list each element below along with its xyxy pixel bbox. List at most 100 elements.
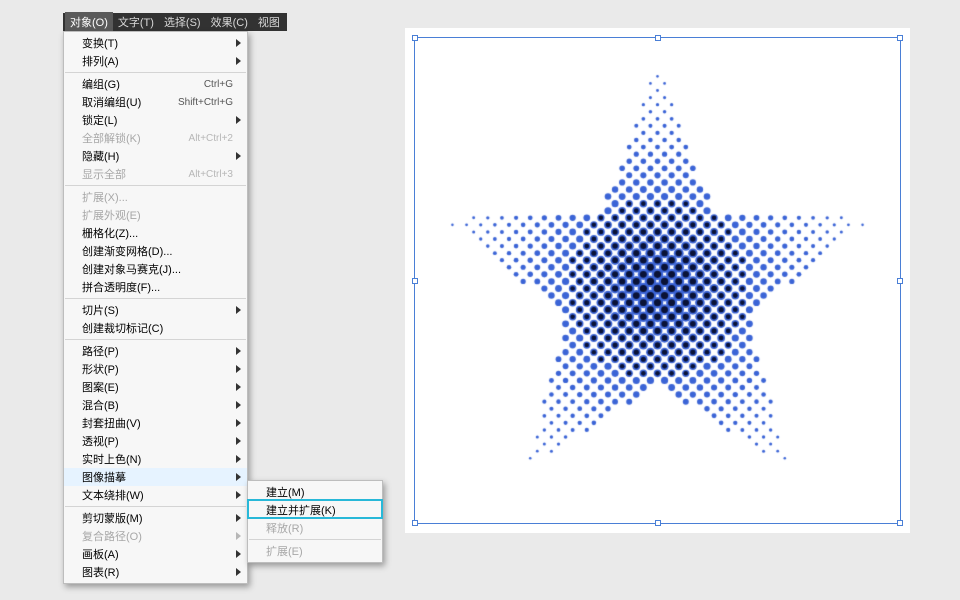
resize-handle-e[interactable] [897, 278, 903, 284]
menu-separator [65, 185, 246, 186]
resize-handle-se[interactable] [897, 520, 903, 526]
menu-item-label: 取消编组(U) [82, 94, 178, 110]
menu-item-label: 文本绕排(W) [82, 487, 233, 503]
menu-bar-item[interactable]: 文字(T) [113, 12, 159, 32]
menu-item-label: 图表(R) [82, 564, 233, 580]
menu-bar-item[interactable]: 效果(C) [206, 12, 253, 32]
submenu-arrow-icon [236, 419, 241, 427]
menu-item: 扩展外观(E) [64, 206, 247, 224]
resize-handle-ne[interactable] [897, 35, 903, 41]
submenu-arrow-icon [236, 57, 241, 65]
menu-item[interactable]: 锁定(L) [64, 111, 247, 129]
menu-item-label: 创建对象马赛克(J)... [82, 261, 233, 277]
menu-item[interactable]: 封套扭曲(V) [64, 414, 247, 432]
menu-item[interactable]: 创建对象马赛克(J)... [64, 260, 247, 278]
submenu-arrow-icon [236, 473, 241, 481]
menu-item[interactable]: 创建裁切标记(C) [64, 319, 247, 337]
menu-item[interactable]: 隐藏(H) [64, 147, 247, 165]
resize-handle-sw[interactable] [412, 520, 418, 526]
menu-item: 显示全部Alt+Ctrl+3 [64, 165, 247, 183]
submenu-arrow-icon [236, 347, 241, 355]
submenu-item-label: 建立(M) [266, 484, 368, 500]
menu-item[interactable]: 混合(B) [64, 396, 247, 414]
menu-item-label: 扩展外观(E) [82, 207, 233, 223]
menu-item[interactable]: 剪切蒙版(M) [64, 509, 247, 527]
submenu-item: 释放(R) [248, 519, 382, 537]
submenu-arrow-icon [236, 532, 241, 540]
menu-item-label: 透视(P) [82, 433, 233, 449]
menu-item-label: 混合(B) [82, 397, 233, 413]
menu-separator [65, 506, 246, 507]
menu-item[interactable]: 取消编组(U)Shift+Ctrl+G [64, 93, 247, 111]
menu-item-label: 拼合透明度(F)... [82, 279, 233, 295]
submenu-arrow-icon [236, 437, 241, 445]
menu-item[interactable]: 栅格化(Z)... [64, 224, 247, 242]
menu-bar-item[interactable]: 选择(S) [159, 12, 206, 32]
submenu-item-label: 建立并扩展(K) [266, 502, 368, 518]
menu-item[interactable]: 图像描摹 [64, 468, 247, 486]
menu-item[interactable]: 实时上色(N) [64, 450, 247, 468]
menu-item[interactable]: 形状(P) [64, 360, 247, 378]
submenu-arrow-icon [236, 514, 241, 522]
menu-item[interactable]: 切片(S) [64, 301, 247, 319]
menu-item-label: 图案(E) [82, 379, 233, 395]
object-menu-dropdown: 变换(T)排列(A)编组(G)Ctrl+G取消编组(U)Shift+Ctrl+G… [63, 31, 248, 584]
menu-bar-item[interactable]: 对象(O) [65, 12, 113, 32]
submenu-item[interactable]: 建立(M) [248, 483, 382, 501]
submenu-item[interactable]: 建立并扩展(K) [248, 501, 382, 519]
menu-item[interactable]: 图案(E) [64, 378, 247, 396]
submenu-arrow-icon [236, 365, 241, 373]
menu-item-label: 创建渐变网格(D)... [82, 243, 233, 259]
menu-item[interactable]: 路径(P) [64, 342, 247, 360]
resize-handle-s[interactable] [655, 520, 661, 526]
menu-item-label: 编组(G) [82, 76, 204, 92]
menu-item-shortcut: Shift+Ctrl+G [178, 97, 233, 108]
resize-handle-n[interactable] [655, 35, 661, 41]
menu-item-shortcut: Alt+Ctrl+2 [189, 133, 233, 144]
submenu-arrow-icon [236, 455, 241, 463]
menu-item-shortcut: Alt+Ctrl+3 [189, 169, 233, 180]
menu-item: 全部解锁(K)Alt+Ctrl+2 [64, 129, 247, 147]
menu-item-label: 排列(A) [82, 53, 233, 69]
selection-bounding-box[interactable] [414, 37, 901, 524]
menu-item-label: 画板(A) [82, 546, 233, 562]
submenu-arrow-icon [236, 383, 241, 391]
menu-item-label: 隐藏(H) [82, 148, 233, 164]
resize-handle-nw[interactable] [412, 35, 418, 41]
menu-item[interactable]: 创建渐变网格(D)... [64, 242, 247, 260]
submenu-arrow-icon [236, 152, 241, 160]
menu-item[interactable]: 拼合透明度(F)... [64, 278, 247, 296]
menu-item-label: 实时上色(N) [82, 451, 233, 467]
menu-item[interactable]: 图表(R) [64, 563, 247, 581]
menu-item-label: 栅格化(Z)... [82, 225, 233, 241]
image-trace-submenu: 建立(M)建立并扩展(K)释放(R)扩展(E) [247, 480, 383, 563]
menu-item[interactable]: 编组(G)Ctrl+G [64, 75, 247, 93]
menu-separator [65, 339, 246, 340]
menu-item-shortcut: Ctrl+G [204, 79, 233, 90]
menu-item-label: 变换(T) [82, 35, 233, 51]
menu-item[interactable]: 透视(P) [64, 432, 247, 450]
menu-item-label: 全部解锁(K) [82, 130, 189, 146]
menu-item: 扩展(X)... [64, 188, 247, 206]
submenu-arrow-icon [236, 401, 241, 409]
submenu-arrow-icon [236, 39, 241, 47]
menu-item[interactable]: 文本绕排(W) [64, 486, 247, 504]
menu-item[interactable]: 排列(A) [64, 52, 247, 70]
submenu-item-label: 释放(R) [266, 520, 368, 536]
menu-item-label: 切片(S) [82, 302, 233, 318]
menu-separator [65, 72, 246, 73]
menu-item: 复合路径(O) [64, 527, 247, 545]
menu-item-label: 图像描摹 [82, 469, 233, 485]
menu-item[interactable]: 变换(T) [64, 34, 247, 52]
menu-bar: 对象(O)文字(T)选择(S)效果(C)视图 [63, 13, 287, 31]
submenu-arrow-icon [236, 491, 241, 499]
menu-item-label: 路径(P) [82, 343, 233, 359]
menu-item-label: 显示全部 [82, 166, 189, 182]
submenu-arrow-icon [236, 550, 241, 558]
resize-handle-w[interactable] [412, 278, 418, 284]
menu-bar-item[interactable]: 视图 [253, 12, 285, 32]
menu-item-label: 封套扭曲(V) [82, 415, 233, 431]
menu-separator [249, 539, 381, 540]
menu-item[interactable]: 画板(A) [64, 545, 247, 563]
submenu-arrow-icon [236, 306, 241, 314]
